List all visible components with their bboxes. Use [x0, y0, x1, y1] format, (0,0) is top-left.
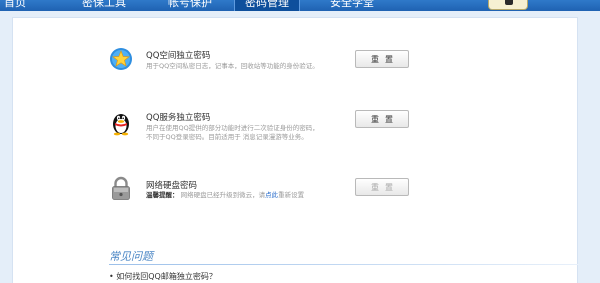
qq-penguin-icon [109, 110, 133, 136]
faq-item-find-qqmail-password[interactable]: • 如何找回QQ邮箱独立密码？ [109, 271, 217, 282]
qzone-password-desc: 用于QQ空间私密日志，记事本，回收站等功能的身份验证。 [146, 62, 319, 70]
content-panel: QQ空间独立密码 用于QQ空间私密日志，记事本，回收站等功能的身份验证。 重置 … [12, 17, 579, 283]
top-navigation: 首页 密保工具 帐号保护 密码管理 安全学堂 [0, 0, 600, 11]
qzone-star-icon [109, 47, 133, 71]
nav-item-password-management[interactable]: 密码管理 [234, 0, 300, 11]
qzone-reset-button[interactable]: 重置 [355, 50, 409, 68]
netdisk-tip: 温馨提醒： 网络硬盘已经升级到微云，请点此重新设置 [146, 191, 304, 200]
qq-service-password-desc-1: 用户在使用QQ提供的部分功能时进行二次验证身份的密码， [146, 124, 319, 132]
faq-title: 常见问题 [109, 250, 153, 263]
faq-divider [109, 264, 579, 265]
tip-text: 网络硬盘已经升级到微云，请 [180, 191, 266, 199]
nav-item-security-tools[interactable]: 密保工具 [82, 0, 126, 11]
qzone-password-title: QQ空间独立密码 [146, 51, 211, 61]
netdisk-reset-button: 重置 [355, 178, 409, 196]
netdisk-password-title: 网络硬盘密码 [146, 181, 198, 191]
nav-user-badge[interactable] [488, 0, 528, 10]
nav-item-home[interactable]: 首页 [4, 0, 26, 11]
qq-service-password-title: QQ服务独立密码 [146, 113, 211, 123]
tip-text-after: 重新设置 [278, 191, 305, 199]
qq-service-password-desc-2: 不同于QQ登录密码。目前适用于 消息记录漫游等业务。 [146, 133, 308, 141]
padlock-icon [109, 176, 133, 200]
nav-item-account-protection[interactable]: 帐号保护 [168, 0, 212, 11]
qq-service-reset-button[interactable]: 重置 [355, 110, 409, 128]
nav-item-security-school[interactable]: 安全学堂 [330, 0, 374, 11]
tip-label: 温馨提醒： [146, 191, 179, 199]
tip-link-click-here[interactable]: 点此 [265, 191, 278, 199]
